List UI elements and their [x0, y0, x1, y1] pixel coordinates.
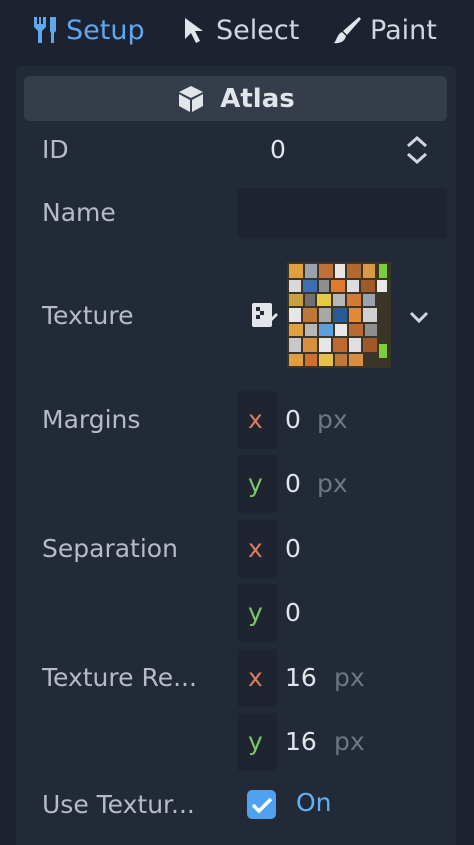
id-value: 0: [270, 135, 286, 164]
texture-region-y-value[interactable]: 16: [285, 727, 317, 756]
margins-label: Margins: [42, 405, 141, 434]
texture-region-label: Texture Re...: [42, 663, 197, 692]
margins-x-axis-label: x: [248, 405, 263, 434]
separation-y-value[interactable]: 0: [285, 598, 301, 627]
checkmark-icon: [251, 797, 272, 813]
texture-region-x-unit: px: [334, 663, 365, 692]
name-label: Name: [42, 198, 116, 227]
separation-y-axis-label: y: [248, 598, 263, 627]
cube-icon: [179, 85, 204, 112]
margins-y-unit: px: [317, 469, 348, 498]
margins-x-unit: px: [317, 405, 348, 434]
tools-icon: [34, 17, 56, 43]
spin-updown-icon[interactable]: [404, 134, 430, 166]
margins-y-value[interactable]: 0: [285, 469, 301, 498]
paint-label: Paint: [370, 14, 437, 46]
texture-label: Texture: [42, 301, 134, 330]
use-texture-padding-value[interactable]: On: [296, 788, 332, 817]
atlas-section-header[interactable]: Atlas: [24, 76, 447, 121]
texture-region-x-axis-label: x: [248, 663, 263, 692]
use-texture-padding-checkbox[interactable]: [247, 790, 276, 819]
name-input[interactable]: [237, 188, 447, 238]
margins-x-value[interactable]: 0: [285, 405, 301, 434]
atlas-inspector-panel: [16, 66, 456, 845]
texture-edit-icon[interactable]: [250, 301, 278, 331]
setup-label: Setup: [66, 14, 145, 46]
select-label: Select: [216, 14, 300, 46]
chevron-down-icon[interactable]: [408, 309, 430, 325]
cursor-icon: [185, 18, 203, 43]
editor-toolbar: Setup Select Paint: [0, 0, 474, 62]
separation-x-axis-label: x: [248, 534, 263, 563]
select-tab[interactable]: Select: [182, 10, 299, 50]
paint-tab[interactable]: Paint: [332, 10, 437, 50]
use-texture-padding-label: Use Textur...: [42, 790, 195, 819]
texture-region-y-unit: px: [334, 727, 365, 756]
texture-region-y-axis-label: y: [248, 727, 263, 756]
paintbrush-icon: [334, 17, 361, 44]
setup-tab[interactable]: Setup: [30, 10, 145, 50]
separation-x-value[interactable]: 0: [285, 534, 301, 563]
separation-label: Separation: [42, 534, 178, 563]
id-label: ID: [42, 135, 69, 164]
margins-y-axis-label: y: [248, 469, 263, 498]
texture-preview[interactable]: [287, 262, 391, 368]
texture-region-x-value[interactable]: 16: [285, 663, 317, 692]
section-title: Atlas: [220, 83, 295, 114]
